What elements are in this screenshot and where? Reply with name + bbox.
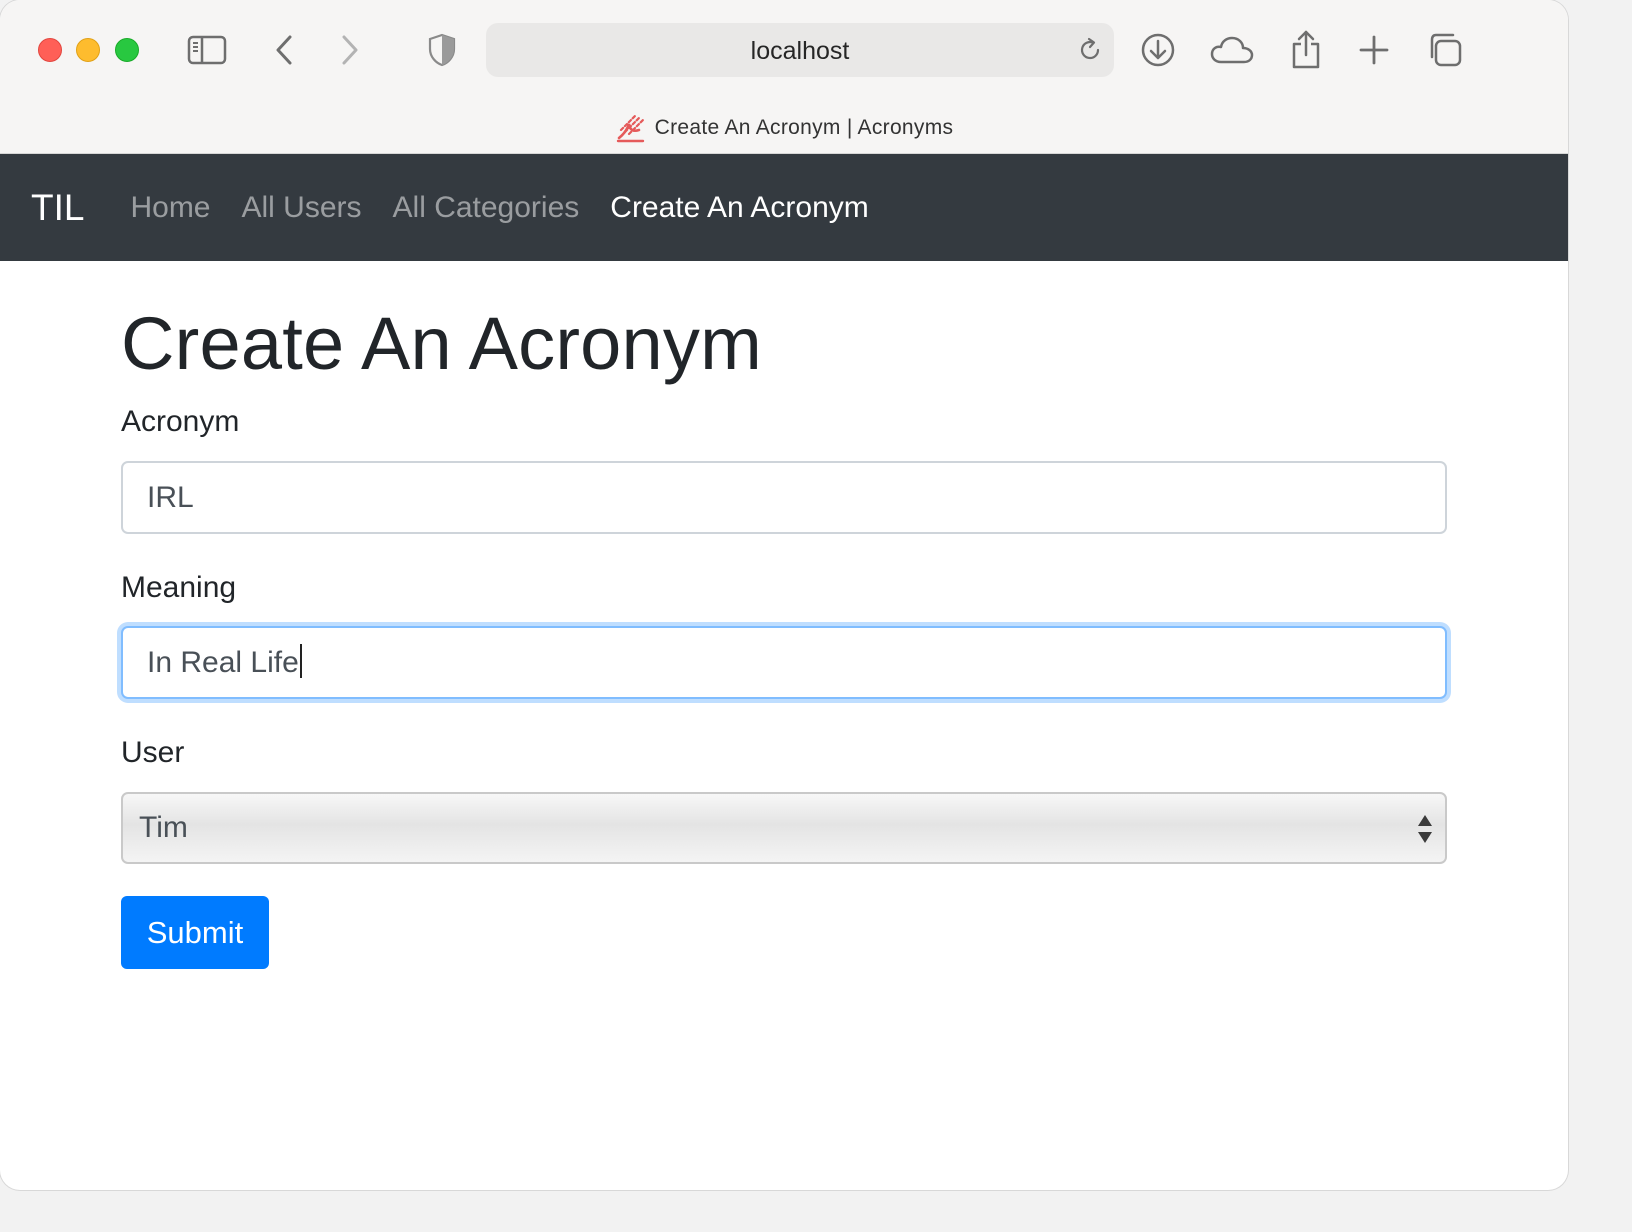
browser-window: localhost Create An Acronym | Acronyms T… bbox=[0, 0, 1568, 1190]
url-text: localhost bbox=[750, 37, 850, 65]
acronym-input[interactable]: IRL bbox=[121, 461, 1447, 534]
cloud-icon[interactable] bbox=[1208, 28, 1256, 72]
tabs-overview-icon[interactable] bbox=[1423, 28, 1467, 72]
navbar-brand[interactable]: TIL bbox=[31, 187, 84, 229]
acronym-label: Acronym bbox=[121, 405, 240, 438]
meaning-label: Meaning bbox=[121, 571, 237, 604]
sidebar-icon[interactable] bbox=[185, 28, 229, 72]
text-caret bbox=[299, 644, 302, 678]
meaning-input-value: In Real Life bbox=[147, 646, 299, 679]
acronym-input-value: IRL bbox=[147, 481, 194, 514]
user-select-value: Tim bbox=[139, 811, 188, 844]
submit-button[interactable]: Submit bbox=[121, 896, 269, 969]
address-bar[interactable]: localhost bbox=[486, 23, 1114, 77]
share-icon[interactable] bbox=[1284, 28, 1328, 72]
user-label: User bbox=[121, 736, 185, 769]
back-icon[interactable] bbox=[262, 28, 306, 72]
browser-toolbar: localhost Create An Acronym | Acronyms bbox=[0, 0, 1568, 154]
forward-icon[interactable] bbox=[328, 28, 372, 72]
close-window-button[interactable] bbox=[38, 38, 62, 62]
zoom-window-button[interactable] bbox=[115, 38, 139, 62]
page-title: Create An Acronym bbox=[121, 302, 762, 385]
minimize-window-button[interactable] bbox=[76, 38, 100, 62]
nav-link-create-acronym[interactable]: Create An Acronym bbox=[610, 191, 868, 225]
nav-link-all-users[interactable]: All Users bbox=[242, 191, 362, 225]
tab-title-text: Create An Acronym | Acronyms bbox=[654, 116, 954, 139]
download-icon[interactable] bbox=[1136, 28, 1180, 72]
active-tab[interactable]: Create An Acronym | Acronyms bbox=[0, 110, 1568, 146]
site-navbar: TIL Home All Users All Categories Create… bbox=[0, 154, 1568, 261]
shield-icon[interactable] bbox=[420, 28, 464, 72]
nav-link-all-categories[interactable]: All Categories bbox=[393, 191, 580, 225]
new-tab-icon[interactable] bbox=[1352, 28, 1396, 72]
reload-icon[interactable] bbox=[1076, 36, 1104, 64]
favicon-icon bbox=[616, 114, 644, 143]
nav-link-home[interactable]: Home bbox=[130, 191, 210, 225]
meaning-input[interactable]: In Real Life bbox=[121, 626, 1447, 699]
select-arrows-icon bbox=[1418, 815, 1432, 843]
user-select[interactable]: Tim bbox=[121, 792, 1447, 864]
